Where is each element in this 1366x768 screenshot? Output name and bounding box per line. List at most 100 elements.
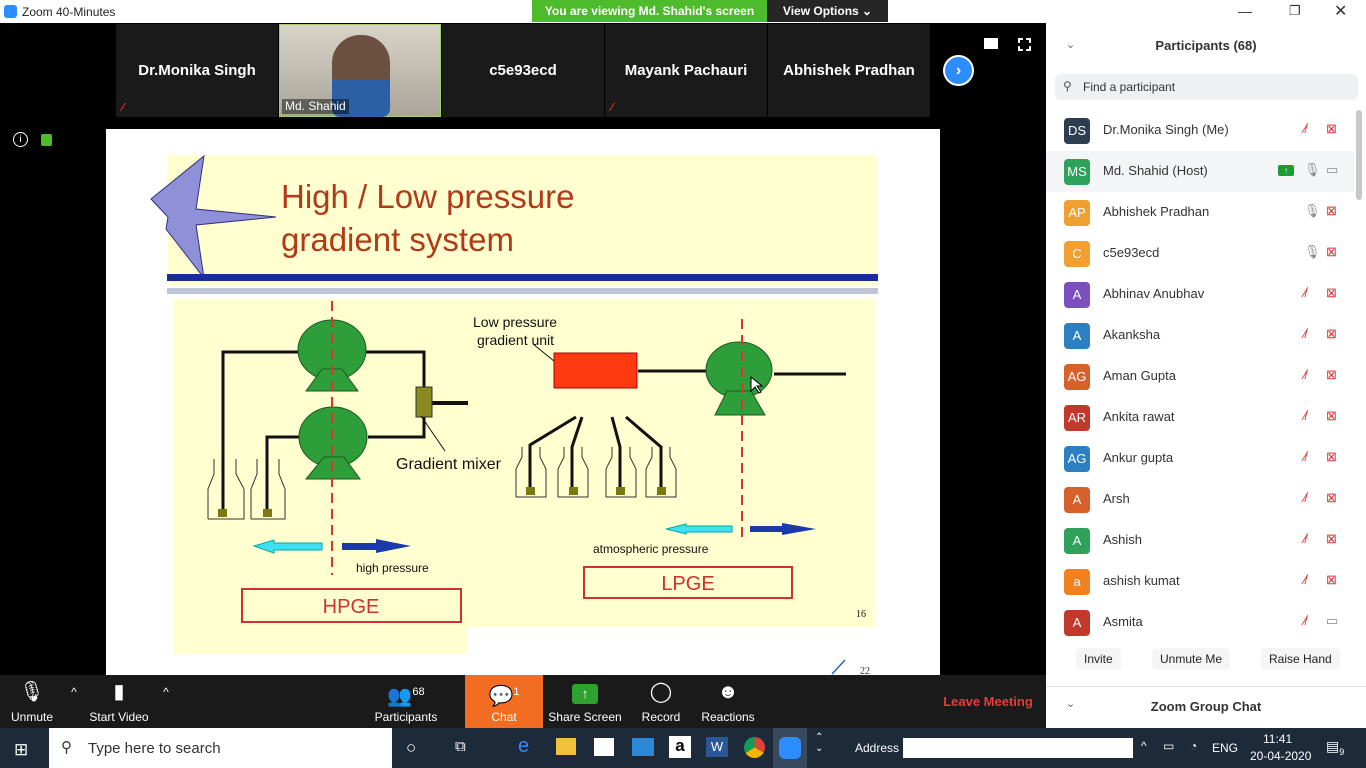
scroll-toolbar-icon[interactable]: ⌃ ⌄ — [815, 732, 823, 754]
video-tile[interactable]: Abhishek Pradhan — [768, 24, 930, 117]
mic-icon: 🎙︎ — [1304, 203, 1321, 218]
clock-date[interactable]: 20-04-2020 — [1250, 749, 1311, 763]
video-tile[interactable]: Dr.Monika Singh ⁄ — [116, 24, 278, 117]
chrome-icon[interactable] — [744, 737, 765, 758]
participants-button[interactable]: 👥68 Participants — [370, 675, 442, 728]
unmute-button[interactable]: 🎙 Unmute — [0, 675, 64, 728]
participant-row[interactable]: A Ashish ⁄̸ ⊠ — [1046, 520, 1354, 561]
mic-muted-icon: ⁄̸ — [1304, 490, 1307, 505]
participants-label: Participants — [374, 710, 438, 724]
participant-search-input[interactable]: ⚲ Find a participant — [1055, 74, 1358, 100]
audio-options-button[interactable]: ^ — [64, 675, 84, 728]
participant-name: Dr.Monika Singh (Me) — [1103, 122, 1229, 137]
show-hidden-icons[interactable]: ^ — [1141, 739, 1147, 753]
lp-unit-label-1: Low pressure — [473, 314, 557, 330]
mic-muted-icon: 🎙 — [19, 681, 45, 703]
task-view-icon[interactable]: ⧉ — [455, 738, 466, 755]
video-options-button[interactable]: ^ — [156, 675, 176, 728]
participant-row[interactable]: A Asmita ⁄̸ ▭ — [1046, 602, 1354, 643]
high-pressure-label: high pressure — [356, 561, 429, 575]
start-video-button[interactable]: ▮ Start Video — [86, 675, 152, 728]
file-explorer-icon[interactable] — [556, 738, 576, 755]
zoom-taskbar-button[interactable] — [773, 728, 807, 768]
notifications-icon[interactable]: ▤9 — [1326, 738, 1344, 757]
participant-row[interactable]: a ashish kumat ⁄̸ ⊠ — [1046, 561, 1354, 602]
word-icon[interactable]: W — [706, 737, 728, 757]
language-indicator[interactable]: ENG — [1212, 741, 1238, 755]
group-chat-header[interactable]: ⌄ Zoom Group Chat — [1046, 686, 1366, 728]
participant-row[interactable]: AP Abhishek Pradhan 🎙︎ ⊠ — [1046, 192, 1354, 233]
fullscreen-icon[interactable] — [1018, 38, 1031, 51]
video-tile[interactable]: Mayank Pachauri ⁄ — [605, 24, 767, 117]
search-icon: ⚲ — [1063, 79, 1072, 93]
address-input[interactable] — [903, 738, 1133, 758]
video-off-icon: ⊠ — [1326, 531, 1337, 546]
next-page-button[interactable]: › — [943, 55, 974, 86]
mic-muted-icon: ⁄̸ — [1304, 572, 1307, 587]
panel-title: Participants (68) — [1155, 38, 1257, 53]
view-options-button[interactable]: View Options ⌄ — [767, 0, 888, 22]
participant-row[interactable]: AG Aman Gupta ⁄̸ ⊠ — [1046, 356, 1354, 397]
reactions-label: Reactions — [701, 710, 755, 724]
zoom-logo-icon — [4, 5, 17, 18]
avatar: A — [1064, 282, 1090, 308]
layout-icon[interactable] — [984, 38, 998, 49]
lpge-label: LPGE — [661, 573, 714, 595]
mic-muted-icon: ⁄ — [611, 100, 614, 114]
avatar: A — [1064, 528, 1090, 554]
participant-name: Ankita rawat — [1103, 409, 1175, 424]
raise-hand-button[interactable]: Raise Hand — [1261, 648, 1340, 670]
clock-time[interactable]: 11:41 — [1263, 732, 1292, 746]
participant-row[interactable]: AG Ankur gupta ⁄̸ ⊠ — [1046, 438, 1354, 479]
cortana-icon[interactable]: ○ — [406, 738, 416, 758]
amazon-icon[interactable]: a — [669, 736, 691, 758]
chat-button[interactable]: 💬1 Chat — [465, 675, 543, 728]
participant-row[interactable]: A Arsh ⁄̸ ⊠ — [1046, 479, 1354, 520]
video-tile-active[interactable]: Md. Shahid — [279, 24, 441, 117]
video-off-icon: ⊠ — [1326, 408, 1337, 423]
store-icon[interactable] — [594, 738, 614, 756]
participant-name: Asmita — [1103, 614, 1143, 629]
video-tile[interactable]: c5e93ecd — [442, 24, 604, 117]
restore-button[interactable]: ❐ — [1289, 3, 1301, 19]
avatar: AG — [1064, 364, 1090, 390]
participant-row[interactable]: DS Dr.Monika Singh (Me) ⁄̸ ⊠ — [1046, 110, 1354, 151]
avatar: C — [1064, 241, 1090, 267]
windows-start-icon[interactable]: ⊞ — [14, 740, 28, 760]
participant-name: ashish kumat — [1103, 573, 1180, 588]
mail-icon[interactable] — [632, 738, 654, 756]
avatar: AG — [1064, 446, 1090, 472]
battery-icon[interactable]: ▭ — [1163, 739, 1174, 753]
lock-icon[interactable] — [41, 134, 52, 146]
chat-icon: 💬1 — [488, 685, 520, 708]
share-screen-button[interactable]: ↑ Share Screen — [548, 675, 622, 728]
participant-name: Ashish — [1103, 532, 1143, 547]
participant-row[interactable]: A Abhinav Anubhav ⁄̸ ⊠ — [1046, 274, 1354, 315]
wifi-icon[interactable]: ◔ — [1190, 739, 1197, 753]
taskbar-search-input[interactable]: ⚲ Type here to search — [49, 728, 392, 768]
participant-name: c5e93ecd — [1103, 245, 1160, 260]
participant-row[interactable]: AR Ankita rawat ⁄̸ ⊠ — [1046, 397, 1354, 438]
leave-meeting-button[interactable]: Leave Meeting — [938, 675, 1038, 728]
unmute-me-button[interactable]: Unmute Me — [1152, 648, 1231, 670]
scrollbar[interactable] — [1356, 110, 1362, 200]
participant-row[interactable]: MS Md. Shahid (Host) ↑ 🎙︎ ▭ — [1046, 151, 1354, 192]
search-placeholder: Find a participant — [1083, 80, 1176, 94]
participant-name: Md. Shahid (Host) — [1103, 163, 1208, 178]
participant-row[interactable]: A Akanksha ⁄̸ ⊠ — [1046, 315, 1354, 356]
mic-muted-icon: ⁄̸ — [1304, 613, 1307, 628]
participant-name: Akanksha — [1103, 327, 1161, 342]
outer-page-number: 22 — [860, 666, 870, 675]
slide-page-number: 16 — [856, 609, 866, 620]
video-off-icon: ⊠ — [1326, 203, 1337, 218]
invite-button[interactable]: Invite — [1076, 648, 1121, 670]
minimize-button[interactable]: — — [1238, 3, 1252, 19]
reactions-button[interactable]: ☻ Reactions — [698, 675, 758, 728]
close-button[interactable]: ✕ — [1334, 1, 1347, 21]
info-icon[interactable]: i — [13, 132, 28, 147]
record-button[interactable]: ◯ Record — [634, 675, 688, 728]
participants-icon: 👥68 — [387, 685, 425, 708]
edge-icon[interactable]: e — [518, 735, 529, 758]
video-off-icon: ⊠ — [1326, 121, 1337, 136]
participant-row[interactable]: C c5e93ecd 🎙︎ ⊠ — [1046, 233, 1354, 274]
